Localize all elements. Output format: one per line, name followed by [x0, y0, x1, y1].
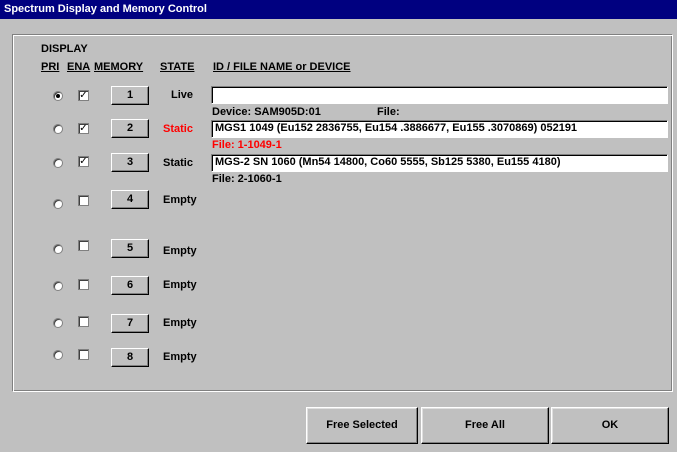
memory-button-8[interactable]: 8	[111, 348, 149, 367]
pri-radio-8[interactable]	[53, 350, 63, 360]
state-label-7: Empty	[163, 317, 197, 329]
header-memory: MEMORY	[94, 61, 144, 73]
free-all-button[interactable]: Free All	[421, 407, 549, 444]
header-id-file-device: ID / FILE NAME or DEVICE	[213, 61, 351, 73]
memory-button-6[interactable]: 6	[111, 276, 149, 295]
pri-radio-7[interactable]	[53, 318, 63, 328]
free-selected-button[interactable]: Free Selected	[306, 407, 418, 444]
id-field-3[interactable]: MGS-2 SN 1060 (Mn54 14800, Co60 5555, Sb…	[211, 154, 668, 172]
memory-button-3[interactable]: 3	[111, 153, 149, 172]
ena-checkbox-4[interactable]	[78, 195, 89, 206]
pri-radio-1[interactable]	[53, 91, 63, 101]
memory-button-7[interactable]: 7	[111, 314, 149, 333]
ena-checkbox-2[interactable]: ✓	[78, 123, 89, 134]
ena-checkbox-7[interactable]	[78, 316, 89, 327]
ok-button[interactable]: OK	[551, 407, 669, 444]
state-label-3: Static	[163, 157, 193, 169]
pri-radio-6[interactable]	[53, 281, 63, 291]
state-label-5: Empty	[163, 245, 197, 257]
state-label-2: Static	[163, 123, 193, 135]
file-label-2: File: 1-1049-1	[212, 139, 282, 151]
pri-radio-5[interactable]	[53, 244, 63, 254]
header-display: DISPLAY	[41, 43, 88, 55]
header-ena: ENA	[67, 61, 91, 73]
memory-button-1[interactable]: 1	[111, 86, 149, 105]
ena-checkbox-6[interactable]	[78, 279, 89, 290]
header-pri: PRI	[41, 61, 60, 73]
id-field-2[interactable]: MGS1 1049 (Eu152 2836755, Eu154 .3886677…	[211, 120, 668, 138]
ena-checkbox-5[interactable]	[78, 240, 89, 251]
memory-button-5[interactable]: 5	[111, 239, 149, 258]
file-label-3: File: 2-1060-1	[212, 173, 282, 185]
device-label-1: Device: SAM905D:01	[212, 106, 321, 118]
ena-checkbox-8[interactable]	[78, 349, 89, 360]
state-label-8: Empty	[163, 351, 197, 363]
id-field-1[interactable]	[211, 86, 668, 104]
window-title: Spectrum Display and Memory Control	[0, 0, 677, 19]
ena-checkbox-3[interactable]: ✓	[78, 156, 89, 167]
state-label-4: Empty	[163, 194, 197, 206]
pri-radio-3[interactable]	[53, 158, 63, 168]
pri-radio-2[interactable]	[53, 124, 63, 134]
memory-button-2[interactable]: 2	[111, 119, 149, 138]
memory-button-4[interactable]: 4	[111, 190, 149, 209]
state-label-1: Live	[171, 89, 194, 101]
pri-radio-4[interactable]	[53, 199, 63, 209]
state-label-6: Empty	[163, 279, 197, 291]
ena-checkbox-1[interactable]: ✓	[78, 90, 89, 101]
header-state: STATE	[160, 61, 195, 73]
file-label-1: File:	[377, 106, 400, 118]
